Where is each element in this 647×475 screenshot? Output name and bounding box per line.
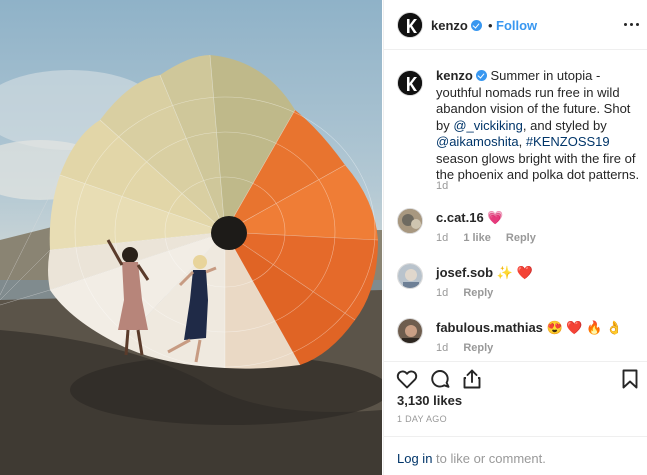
comment-username[interactable]: fabulous.mathias [436,320,543,335]
post-header: kenzo • Follow [384,0,647,50]
bookmark-icon[interactable] [618,367,642,391]
comment-time[interactable]: 1d [436,342,448,354]
comment-line: c.cat.16 💗 [436,210,504,226]
post-photo[interactable] [0,0,382,475]
reply-button[interactable]: Reply [506,232,536,244]
login-prompt: Log in to like or comment. [384,436,647,475]
caption-text-3: , [518,134,526,149]
kenzo-avatar[interactable] [397,12,423,38]
separator-dot: • [488,18,493,33]
comment-meta: 1d Reply [436,287,505,299]
kenzo-logo-icon [398,71,422,95]
comment-text: ✨ ❤️ [496,265,533,280]
comment-time[interactable]: 1d [436,232,448,244]
mention-vickiking[interactable]: @_vickiking [453,118,523,133]
heart-icon[interactable] [395,367,419,391]
comment-likes[interactable]: 1 like [463,232,491,244]
verified-badge-icon [475,70,487,81]
comment-time[interactable]: 1d [436,287,448,299]
caption-time[interactable]: 1d [436,180,448,192]
comment-line: fabulous.mathias 😍 ❤️ 🔥 👌 [436,320,622,336]
avatar[interactable] [397,263,423,289]
comment-item: fabulous.mathias 😍 ❤️ 🔥 👌 1d Reply [397,318,637,358]
comment-username[interactable]: c.cat.16 [436,210,484,225]
likes-count[interactable]: 3,130 likes [397,393,462,408]
comment-username[interactable]: josef.sob [436,265,493,280]
avatar[interactable] [397,208,423,234]
caption-text-2: , and styled by [522,117,607,133]
comment-meta: 1d 1 like Reply [436,232,548,244]
comment-item: c.cat.16 💗 1d 1 like Reply [397,208,637,248]
parachute-beach-image [0,54,382,475]
caption-avatar[interactable] [397,70,423,96]
post-actions: 3,130 likes 1 DAY AGO Log in to like or … [384,361,647,475]
user-avatar-image [398,209,422,233]
login-link[interactable]: Log in [397,451,432,466]
user-avatar-image [398,264,422,288]
comment-line: josef.sob ✨ ❤️ [436,265,533,281]
verified-badge-icon [470,20,482,31]
comment-text: 💗 [487,210,504,225]
login-line: Log in to like or comment. [397,451,546,466]
user-avatar-image [398,319,422,343]
caption-text-4: season glows bright with the fire of the… [436,150,640,183]
post-details-panel: kenzo • Follow kenzo Summer in utopia - … [383,0,647,475]
caption-text: kenzo Summer in utopia - youthful nomads… [436,68,646,184]
more-options-icon[interactable] [620,13,642,35]
reply-button[interactable]: Reply [463,287,493,299]
share-icon[interactable] [460,367,484,391]
mention-aikamoshita[interactable]: @aikamoshita [436,134,519,149]
hashtag-kenzoss19[interactable]: #KENZOSS19 [526,134,610,149]
reply-button[interactable]: Reply [463,342,493,354]
login-rest: to like or comment. [432,451,546,466]
comment-text: 😍 ❤️ 🔥 👌 [546,320,623,335]
kenzo-logo-icon [398,13,422,37]
caption-username[interactable]: kenzo [436,68,473,83]
comment-icon[interactable] [428,367,452,391]
follow-button[interactable]: Follow [496,18,537,33]
comment-item: josef.sob ✨ ❤️ 1d Reply [397,263,637,303]
username-text[interactable]: kenzo [431,18,468,33]
post-timestamp[interactable]: 1 DAY AGO [397,414,447,424]
post-username[interactable]: kenzo [431,18,482,33]
comment-meta: 1d Reply [436,342,505,354]
avatar[interactable] [397,318,423,344]
